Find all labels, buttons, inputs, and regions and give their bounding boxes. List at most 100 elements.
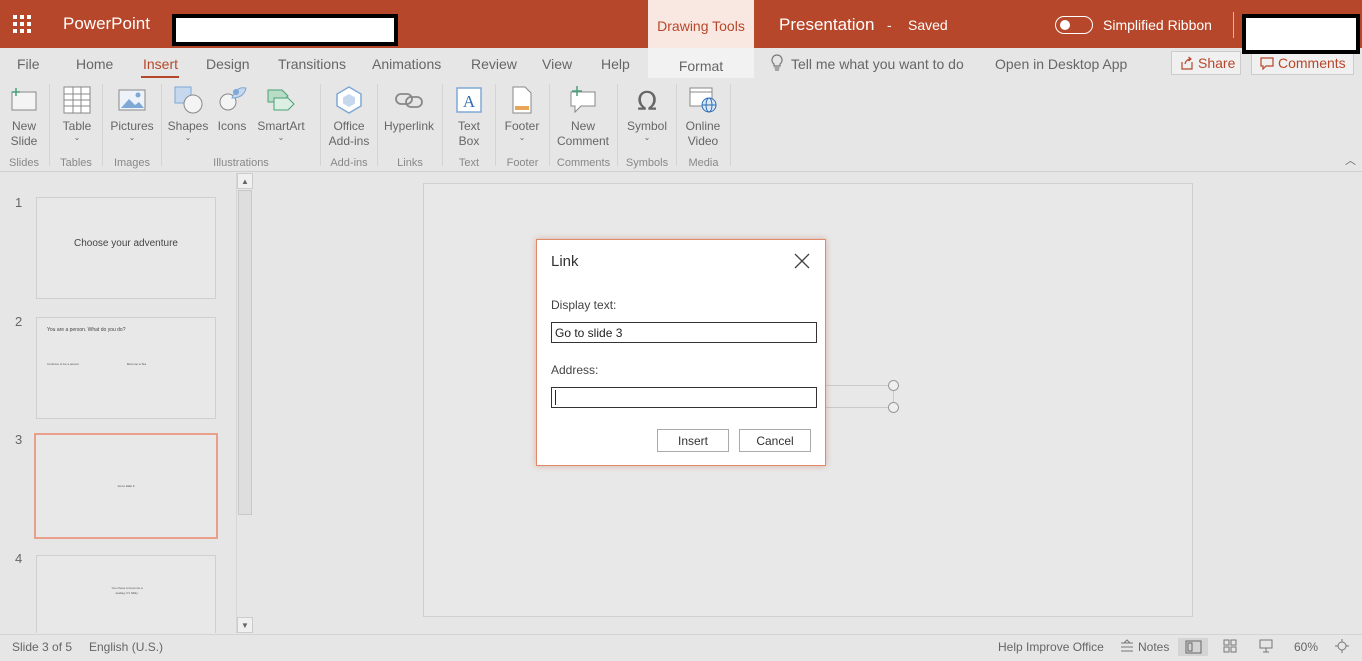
- slide-sorter-icon[interactable]: [1222, 638, 1238, 654]
- table-button[interactable]: Table ⌄: [59, 84, 95, 142]
- dialog-title: Link: [551, 253, 579, 270]
- svg-text:Ω: Ω: [637, 87, 657, 116]
- close-icon[interactable]: [792, 251, 812, 271]
- resize-handle[interactable]: [888, 380, 899, 391]
- new-comment-label-1: New: [570, 119, 595, 133]
- group-label-links: Links: [397, 157, 423, 169]
- chevron-down-icon: ⌄: [643, 133, 651, 142]
- office-addins-icon: [336, 86, 362, 114]
- open-in-desktop-app-link[interactable]: Open in Desktop App: [995, 56, 1127, 72]
- title-bar: PowerPoint Drawing Tools Presentation - …: [0, 0, 1362, 48]
- ribbon-separator: [676, 84, 677, 166]
- slide-thumbnail-1[interactable]: Choose your adventure: [36, 197, 216, 299]
- insert-button[interactable]: Insert: [657, 429, 729, 452]
- share-button[interactable]: Share: [1171, 51, 1241, 75]
- ribbon-separator: [377, 84, 378, 166]
- scroll-up-icon[interactable]: ▲: [237, 173, 253, 189]
- tab-design[interactable]: Design: [206, 56, 250, 72]
- slide-thumbnail-3-selected[interactable]: Go to slide 3: [34, 433, 218, 539]
- slide-number: 4: [15, 551, 23, 566]
- fit-to-window-icon[interactable]: [1334, 638, 1350, 654]
- ribbon-separator: [320, 84, 321, 166]
- comments-button[interactable]: Comments: [1251, 51, 1354, 75]
- tell-me-search[interactable]: Tell me what you want to do: [791, 56, 964, 72]
- status-bar: Slide 3 of 5 English (U.S.) Help Improve…: [0, 634, 1362, 658]
- group-label-illustrations: Illustrations: [213, 157, 269, 169]
- shapes-button[interactable]: Shapes ⌄: [167, 84, 209, 142]
- tab-format[interactable]: Format: [648, 48, 754, 78]
- new-comment-label-2: Comment: [556, 134, 609, 148]
- normal-view-button[interactable]: [1178, 638, 1208, 656]
- office-addins-button[interactable]: Office Add-ins: [326, 84, 372, 149]
- tab-animations[interactable]: Animations: [372, 56, 441, 72]
- smartart-button[interactable]: SmartArt ⌄: [255, 84, 307, 142]
- hyperlink-button[interactable]: Hyperlink: [382, 84, 436, 134]
- thumbnail-scrollbar[interactable]: ▲ ▼: [236, 173, 253, 633]
- selected-shape-edge: [826, 385, 894, 386]
- help-improve-office-link[interactable]: Help Improve Office: [998, 640, 1104, 654]
- slideshow-icon[interactable]: [1258, 638, 1274, 654]
- group-label-media: Media: [688, 157, 719, 169]
- ribbon-tab-row: File Home Insert Design Transitions Anim…: [0, 48, 1362, 78]
- comments-label: Comments: [1278, 55, 1346, 71]
- slide-thumbnail-2[interactable]: You are a person. What do you do? Contin…: [36, 317, 216, 419]
- zoom-level[interactable]: 60%: [1294, 640, 1318, 654]
- smartart-label: SmartArt: [257, 119, 305, 133]
- pictures-button[interactable]: Pictures ⌄: [109, 84, 155, 142]
- tab-help[interactable]: Help: [601, 56, 630, 72]
- office-addins-label-2: Add-ins: [328, 134, 370, 148]
- ribbon-separator: [442, 84, 443, 166]
- tab-home[interactable]: Home: [76, 56, 113, 72]
- app-launcher-icon[interactable]: [13, 15, 31, 33]
- icons-button[interactable]: Icons: [214, 84, 250, 134]
- simplified-ribbon-toggle[interactable]: [1055, 16, 1093, 34]
- tab-review[interactable]: Review: [471, 56, 517, 72]
- notes-icon[interactable]: [1119, 638, 1135, 654]
- scrollbar-thumb[interactable]: [238, 190, 252, 515]
- address-input[interactable]: [551, 387, 817, 408]
- tab-transitions[interactable]: Transitions: [278, 56, 346, 72]
- shapes-icon: [174, 86, 203, 114]
- online-video-label-2: Video: [687, 134, 719, 148]
- selected-shape-edge: [826, 407, 894, 408]
- shapes-label: Shapes: [167, 119, 209, 133]
- ribbon-separator: [102, 84, 103, 166]
- display-text-input[interactable]: [551, 322, 817, 343]
- resize-handle[interactable]: [888, 402, 899, 413]
- slide-thumbnail-4[interactable]: You chose to become a teabag. It's Milky…: [36, 555, 216, 633]
- online-video-icon: [689, 87, 717, 113]
- redacted-document-name: [172, 14, 398, 46]
- new-comment-button[interactable]: New Comment: [555, 84, 611, 149]
- ribbon-insert: New Slide Table ⌄ Pictures ⌄ Shapes ⌄ Ic…: [0, 78, 1362, 172]
- cancel-button[interactable]: Cancel: [739, 429, 811, 452]
- presentation-title[interactable]: Presentation: [779, 15, 874, 35]
- symbol-icon: Ω: [637, 87, 657, 116]
- text-box-button[interactable]: A Text Box: [451, 84, 487, 149]
- notes-button[interactable]: Notes: [1138, 640, 1169, 654]
- group-label-text: Text: [458, 157, 480, 169]
- chevron-down-icon: ⌄: [518, 133, 526, 142]
- group-label-slides: Slides: [9, 157, 39, 169]
- table-icon: [63, 86, 91, 114]
- language-indicator[interactable]: English (U.S.): [89, 640, 163, 654]
- display-text-label: Display text:: [551, 298, 617, 312]
- tab-insert[interactable]: Insert: [143, 56, 178, 72]
- slide-3-text: Go to slide 3: [117, 484, 135, 488]
- online-video-button[interactable]: Online Video: [681, 84, 725, 149]
- tab-file[interactable]: File: [17, 56, 40, 72]
- collapse-ribbon-icon[interactable]: ︿: [1345, 152, 1356, 168]
- group-label-comments: Comments: [556, 157, 611, 169]
- symbol-button[interactable]: Ω Symbol ⌄: [624, 84, 670, 142]
- app-name[interactable]: PowerPoint: [63, 14, 150, 34]
- icons-label: Icons: [217, 119, 247, 133]
- symbol-label: Symbol: [626, 119, 667, 133]
- scroll-down-icon[interactable]: ▼: [237, 617, 253, 633]
- group-label-addins: Add-ins: [330, 157, 368, 169]
- redacted-account-area[interactable]: [1242, 14, 1360, 54]
- tab-view[interactable]: View: [542, 56, 572, 72]
- office-addins-label-1: Office: [333, 119, 365, 133]
- slide-1-title: Choose your adventure: [74, 238, 178, 249]
- footer-icon: [512, 86, 532, 114]
- new-slide-button[interactable]: New Slide: [6, 84, 42, 149]
- footer-button[interactable]: Footer ⌄: [502, 84, 542, 142]
